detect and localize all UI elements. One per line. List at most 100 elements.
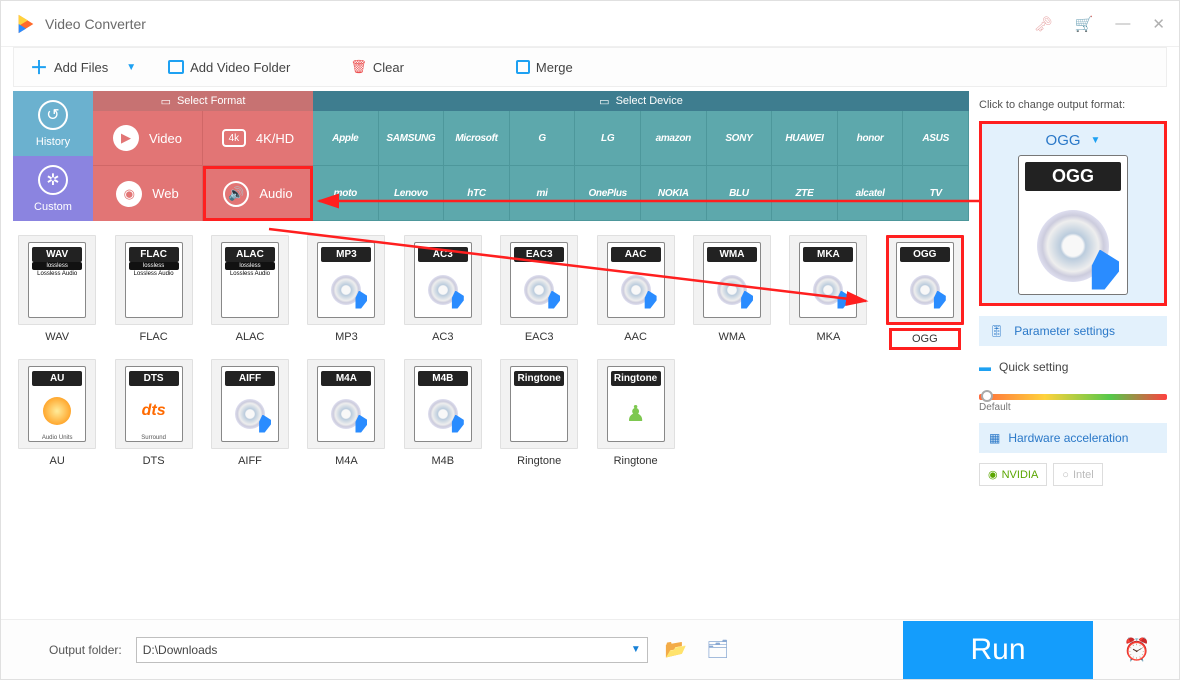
output-format-icon: OGG [1018, 155, 1128, 295]
device-mi[interactable]: mi [510, 166, 576, 221]
format-thumb: AAC [597, 235, 675, 325]
quality-slider[interactable]: Default [979, 388, 1167, 413]
format-tile-m4a[interactable]: M4A M4A [302, 359, 390, 467]
output-format-selector[interactable]: OGG ▼ OGG [979, 121, 1167, 306]
select-format-header: ▭ Select Format [93, 91, 313, 111]
device-apple[interactable]: Apple [313, 111, 379, 166]
device-tv[interactable]: TV [903, 166, 969, 221]
device-microsoft[interactable]: Microsoft [444, 111, 510, 166]
tab-web[interactable]: ◉ Web [93, 166, 203, 221]
format-thumb: M4A [307, 359, 385, 449]
tab-video[interactable]: ▶ Video [93, 111, 203, 166]
device-blu[interactable]: BLU [707, 166, 773, 221]
format-name: Ringtone [614, 455, 658, 467]
format-badge: WMA [707, 247, 757, 262]
select-device-label: Select Device [616, 95, 683, 107]
disc-icon: dts [126, 386, 182, 435]
format-name: M4A [335, 455, 358, 467]
format-thumb: MKA [789, 235, 867, 325]
device-g[interactable]: G [510, 111, 576, 166]
format-tile-m4b[interactable]: M4BM4B [399, 359, 487, 467]
format-tile-aiff[interactable]: AIFFAIFF [206, 359, 294, 467]
run-button[interactable]: Run [903, 621, 1093, 679]
format-name: MKA [816, 331, 840, 343]
add-video-folder-button[interactable]: Add Video Folder [162, 57, 296, 78]
format-tile-wma[interactable]: WMAWMA [688, 235, 776, 347]
add-files-dropdown-icon[interactable]: ▼ [126, 62, 136, 73]
format-badge: M4B [418, 371, 468, 386]
intel-chip[interactable]: ○Intel [1053, 463, 1102, 486]
format-badge: FLAC [129, 247, 179, 262]
device-moto[interactable]: moto [313, 166, 379, 221]
history-button[interactable]: ↺ History [13, 91, 93, 156]
device-lenovo[interactable]: Lenovo [379, 166, 445, 221]
disc-icon [704, 262, 760, 317]
disc-icon [897, 262, 953, 317]
cart-icon[interactable]: 🛒 [1075, 15, 1094, 33]
explore-folder-button[interactable]: 🗂 [704, 638, 732, 662]
format-tile-ogg[interactable]: OGGOGG [881, 235, 969, 347]
add-files-button[interactable]: ＋ Add Files ▼ [24, 51, 142, 83]
schedule-button[interactable]: ⏰ [1107, 621, 1167, 679]
disc-icon [415, 386, 471, 441]
format-tile-mp3[interactable]: MP3MP3 [302, 235, 390, 347]
output-folder-label: Output folder: [49, 643, 122, 657]
format-badge: WAV [32, 247, 82, 262]
clear-button[interactable]: 🗑 Clear [344, 56, 410, 78]
web-icon: ◉ [116, 181, 142, 207]
device-amazon[interactable]: amazon [641, 111, 707, 166]
device-asus[interactable]: ASUS [903, 111, 969, 166]
format-badge: MP3 [321, 247, 371, 262]
device-lg[interactable]: LG [575, 111, 641, 166]
tab-4khd[interactable]: 4k 4K/HD [203, 111, 313, 166]
hardware-acceleration-button[interactable]: ▦ Hardware acceleration [979, 423, 1167, 453]
device-samsung[interactable]: SAMSUNG [379, 111, 445, 166]
device-alcatel[interactable]: alcatel [838, 166, 904, 221]
open-folder-button[interactable]: 📂 [662, 638, 690, 662]
device-nokia[interactable]: NOKIA [641, 166, 707, 221]
quick-icon: ▬ [979, 360, 991, 374]
output-format-dropdown-icon[interactable]: ▼ [1091, 135, 1101, 146]
format-tiles-grid: WAVlosslessLossless AudioWAVFLAClossless… [13, 235, 969, 467]
tab-audio[interactable]: 🔊 Audio [203, 166, 313, 221]
device-htc[interactable]: hTC [444, 166, 510, 221]
output-folder-dropdown-icon[interactable]: ▼ [631, 644, 641, 655]
history-icon: ↺ [38, 100, 68, 130]
output-folder-field[interactable]: D:\Downloads ▼ [136, 637, 648, 663]
format-tile-ringtone[interactable]: RingtoneRingtone [495, 359, 583, 467]
device-huawei[interactable]: HUAWEI [772, 111, 838, 166]
device-oneplus[interactable]: OnePlus [575, 166, 641, 221]
merge-button[interactable]: Merge [510, 57, 579, 78]
format-tile-au[interactable]: AUAudio UnitsAU [13, 359, 101, 467]
format-tile-wav[interactable]: WAVlosslessLossless AudioWAV [13, 235, 101, 347]
key-icon[interactable]: 🗝 [1034, 15, 1053, 33]
device-zte[interactable]: ZTE [772, 166, 838, 221]
format-tile-aac[interactable]: AACAAC [591, 235, 679, 347]
format-tile-mka[interactable]: MKA MKA [784, 235, 872, 347]
device-grid: AppleSAMSUNGMicrosoftGLGamazonSONYHUAWEI… [313, 111, 969, 221]
format-tile-ringtone[interactable]: Ringtone♟Ringtone [591, 359, 679, 467]
nvidia-chip[interactable]: ◉NVIDIA [979, 463, 1047, 486]
nvidia-icon: ◉ [988, 468, 998, 481]
format-tile-eac3[interactable]: EAC3EAC3 [495, 235, 583, 347]
intel-icon: ○ [1062, 469, 1069, 481]
custom-button[interactable]: ✲ Custom [13, 156, 93, 221]
format-tile-dts[interactable]: DTSdtsSurroundDTS [109, 359, 197, 467]
format-tile-alac[interactable]: ALAClosslessLossless AudioALAC [206, 235, 294, 347]
bottom-bar: Output folder: D:\Downloads ▼ 📂 🗂 Run ⏰ [1, 619, 1179, 679]
format-tabs-grid: ▶ Video 4k 4K/HD ◉ Web 🔊 Audio [93, 111, 313, 221]
format-name: WAV [45, 331, 69, 343]
format-thumb: AUAudio Units [18, 359, 96, 449]
device-honor[interactable]: honor [838, 111, 904, 166]
close-button[interactable]: ✕ [1152, 15, 1165, 33]
format-tile-ac3[interactable]: AC3AC3 [399, 235, 487, 347]
merge-label: Merge [536, 60, 573, 75]
slider-knob[interactable] [981, 390, 993, 402]
device-column: ▭ Select Device AppleSAMSUNGMicrosoftGLG… [313, 91, 969, 221]
side-column: ↺ History ✲ Custom [13, 91, 93, 221]
parameter-settings-button[interactable]: 🎚 Parameter settings [979, 316, 1167, 346]
format-badge: AC3 [418, 247, 468, 262]
format-tile-flac[interactable]: FLAClosslessLossless AudioFLAC [109, 235, 197, 347]
device-sony[interactable]: SONY [707, 111, 773, 166]
minimize-button[interactable]: — [1115, 15, 1130, 32]
